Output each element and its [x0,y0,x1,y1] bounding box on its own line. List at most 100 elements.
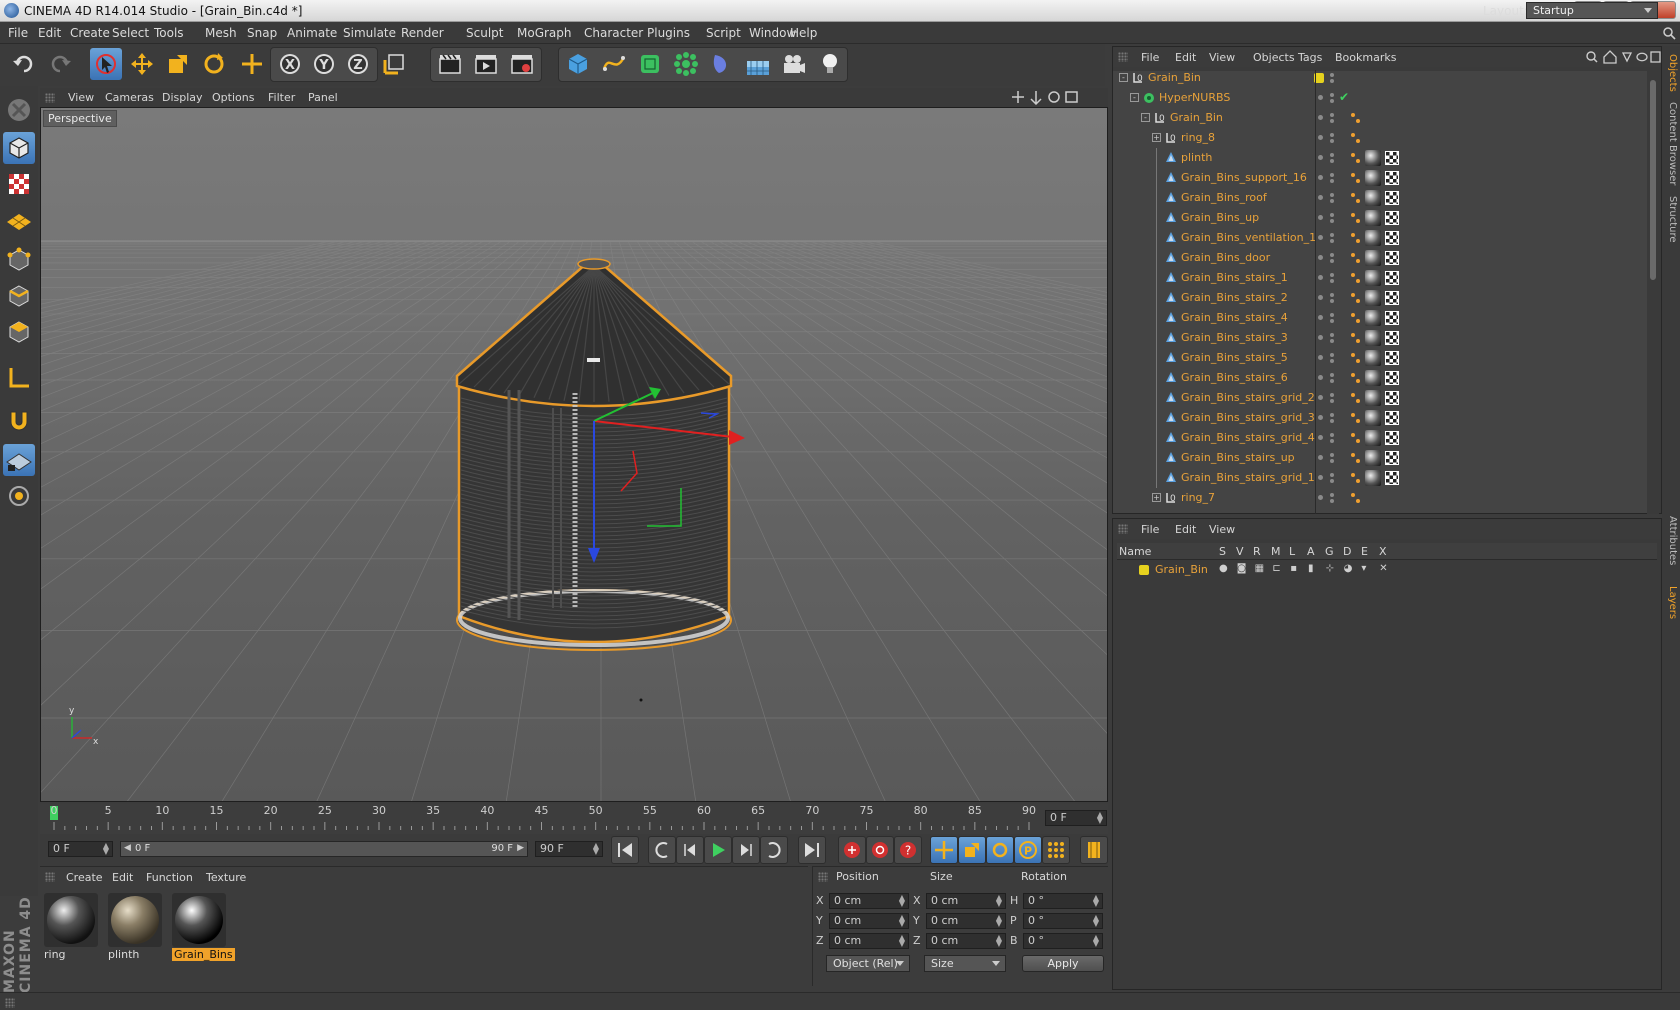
layer-row[interactable]: Grain_Bin ● ◙ ▦ ⊏ ▪ ▮ ⊹ ◕ ▾ ✕ [1117,561,1657,579]
menu-snap[interactable]: Snap [247,26,277,40]
layer-column-a[interactable]: A [1307,545,1315,558]
menu-help[interactable]: Help [790,26,817,40]
material-tag-icon[interactable] [1365,450,1381,466]
play-button[interactable] [704,836,732,864]
object-row[interactable]: -0 Grain_Bin [1113,108,1648,128]
coordinate-system-button[interactable] [378,48,410,80]
object-menu-view[interactable]: View [1209,51,1235,64]
position-key-button[interactable] [930,836,958,864]
viewport-menu-filter[interactable]: Filter [268,91,295,104]
deformer-button[interactable] [706,48,738,80]
render-visibility-dot[interactable] [1330,133,1334,137]
editor-visibility-dot[interactable] [1318,215,1323,220]
uvw-tag-icon[interactable] [1385,251,1399,265]
object-manager-scrollbar[interactable] [1647,70,1659,514]
render-visibility-dot[interactable] [1330,319,1334,323]
object-row[interactable]: Grain_Bins_stairs_grid_3 [1113,408,1648,428]
uvw-tag-icon[interactable] [1385,411,1399,425]
drag-handle-icon[interactable] [1118,52,1128,62]
enabled-check-icon[interactable]: ✔ [1339,90,1349,104]
menu-select[interactable]: Select [112,26,149,40]
frame-range-slider[interactable]: 0 F 90 F ◀ ▶ [120,841,528,857]
object-manager-column-divider[interactable] [1315,70,1316,514]
planar-workplane-button[interactable] [3,480,35,512]
layer-menu-edit[interactable]: Edit [1175,523,1196,536]
size-mode-select[interactable]: Size [924,955,1006,972]
rotation-z-field[interactable]: 0 ° ▲ ▼ [1023,933,1103,949]
material-swatch[interactable]: Grain_Bins [170,891,235,963]
object-menu-file[interactable]: File [1141,51,1159,64]
drag-handle-icon[interactable] [45,93,55,103]
menu-mograph[interactable]: MoGraph [517,26,572,40]
layer-toggle-icon[interactable]: ⊹ [1326,563,1334,574]
uvw-tag-icon[interactable] [1385,191,1399,205]
menu-animate[interactable]: Animate [287,26,337,40]
spinner-icon[interactable]: ▲ ▼ [996,914,1002,928]
recent-tool-button[interactable] [236,48,268,80]
locked-workplane-button[interactable] [3,444,35,476]
viewport-menu-panel[interactable]: Panel [308,91,338,104]
material-tag-icon[interactable] [1365,350,1381,366]
spinner-icon[interactable]: ▲ ▼ [1093,934,1099,948]
layer-toggle-icon[interactable]: ● [1219,563,1228,574]
search-icon[interactable] [1662,26,1676,40]
uvw-tag-icon[interactable] [1385,371,1399,385]
go-to-previous-frame-button[interactable] [676,836,704,864]
material-tag-icon[interactable] [1365,190,1381,206]
material-tag-icon[interactable] [1365,290,1381,306]
uvw-tag-icon[interactable] [1385,391,1399,405]
render-settings-button[interactable] [506,48,538,80]
render-visibility-dot[interactable] [1330,279,1334,283]
uvw-tag-icon[interactable] [1385,311,1399,325]
menu-script[interactable]: Script [706,26,741,40]
object-row[interactable]: - HyperNURBS ✔ [1113,88,1648,108]
render-visibility-dot[interactable] [1330,373,1334,377]
position-y-field[interactable]: 0 cm ▲ ▼ [829,913,909,929]
layer-column-d[interactable]: D [1343,545,1351,558]
spinner-icon[interactable]: ▲ ▼ [1097,811,1103,825]
polygons-mode-button[interactable] [3,316,35,348]
position-z-field[interactable]: 0 cm ▲ ▼ [829,933,909,949]
timeline-ruler[interactable]: 0 5 10 15 20 25 30 35 40 45 50 55 60 65 70 75 80 85 90 [40,804,1108,834]
menu-create[interactable]: Create [70,26,110,40]
material-menu-texture[interactable]: Texture [206,871,246,884]
render-visibility-dot[interactable] [1330,213,1334,217]
timeline-window-button[interactable] [1080,836,1108,864]
drag-handle-icon[interactable] [5,998,15,1008]
layer-column-l[interactable]: L [1289,545,1295,558]
menu-plugins[interactable]: Plugins [647,26,690,40]
render-visibility-dot[interactable] [1330,139,1334,143]
object-row[interactable]: Grain_Bins_door [1113,248,1648,268]
layer-column-e[interactable]: E [1361,545,1368,558]
object-row[interactable]: Grain_Bins_stairs_grid_4 [1113,428,1648,448]
layer-column-g[interactable]: G [1325,545,1334,558]
menu-tools[interactable]: Tools [154,26,184,40]
keyframe-selection-button[interactable]: ? [894,836,922,864]
object-row[interactable]: Grain_Bins_stairs_grid_2 [1113,388,1648,408]
model-mode-button[interactable] [3,132,35,164]
position-x-field[interactable]: 0 cm ▲ ▼ [829,893,909,909]
render-visibility-dot[interactable] [1330,433,1334,437]
editor-visibility-dot[interactable] [1318,375,1323,380]
layer-column-v[interactable]: V [1236,545,1244,558]
viewport-menu-view[interactable]: View [68,91,94,104]
chevron-left-icon[interactable]: ◀ [124,843,131,853]
render-visibility-dot[interactable] [1330,473,1334,477]
editor-visibility-dot[interactable] [1318,495,1323,500]
material-tag-icon[interactable] [1365,310,1381,326]
render-visibility-dot[interactable] [1330,413,1334,417]
y-axis-lock-button[interactable]: Y [308,48,340,80]
go-to-next-frame-button[interactable] [732,836,760,864]
spinner-icon[interactable]: ▲ ▼ [996,894,1002,908]
collapse-icon[interactable]: - [1130,93,1139,102]
object-row[interactable]: Grain_Bins_up [1113,208,1648,228]
render-visibility-dot[interactable] [1330,73,1334,77]
rotation-key-button[interactable] [986,836,1014,864]
layer-menu-view[interactable]: View [1209,523,1235,536]
editor-visibility-dot[interactable] [1318,435,1323,440]
snap-button[interactable] [3,404,35,436]
apply-button[interactable]: Apply [1022,955,1104,972]
point-level-animation-button[interactable] [1042,836,1070,864]
drag-handle-icon[interactable] [1118,524,1128,534]
layer-color-swatch[interactable] [1139,565,1149,575]
